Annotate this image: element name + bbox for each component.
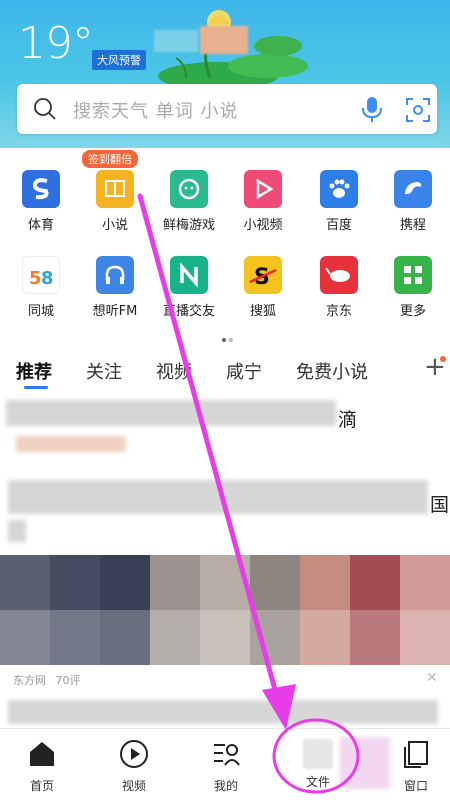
city-58-icon: 58 (22, 256, 60, 294)
tab-follow[interactable]: 关注 (86, 358, 122, 384)
app-label: 携程 (399, 218, 426, 233)
tab-free-novel[interactable]: 免费小说 (296, 358, 368, 384)
home-icon (30, 742, 54, 766)
nav-video[interactable]: 视频 (104, 735, 164, 795)
wind-warning-badge[interactable]: 大风预警 (92, 50, 146, 70)
app-label: 百度 (325, 218, 352, 233)
sohu-icon: S (244, 256, 282, 294)
video-play-icon (244, 170, 282, 208)
temperature: 19° (18, 18, 94, 69)
pixelated-image-row (0, 555, 450, 665)
svg-text:5: 5 (29, 268, 42, 289)
pixelated-meta (16, 436, 126, 452)
game-icon (170, 170, 208, 208)
feed-source: 东方网 (13, 674, 46, 687)
app-label: 搜狐 (249, 304, 276, 319)
window-icon (404, 741, 428, 768)
sign-in-badge[interactable]: 签到翻倍 (82, 150, 138, 168)
app-jd[interactable]: 京东 (304, 234, 374, 319)
pixelated-headline (8, 480, 428, 514)
app-baidu[interactable]: 百度 (304, 148, 374, 233)
dismiss-icon[interactable]: ✕ (426, 670, 438, 686)
weather-header[interactable]: 19° 大风预警 搜索天气 单词 小说 (0, 0, 450, 148)
feed-tabs: 推荐 关注 视频 咸宁 免费小说 + (0, 342, 450, 392)
dolphin-icon (394, 170, 432, 208)
svg-text:8: 8 (41, 268, 54, 289)
app-short-video[interactable]: 小视频 (228, 148, 298, 233)
pixelated-headline (8, 520, 26, 542)
paw-icon (320, 170, 358, 208)
notification-dot (440, 356, 446, 362)
tab-local[interactable]: 咸宁 (226, 358, 262, 384)
app-ctrip[interactable]: 携程 (378, 148, 448, 233)
microphone-icon[interactable] (359, 95, 385, 123)
app-live[interactable]: 直播交友 (154, 234, 224, 319)
app-game[interactable]: 鲜梅游戏 (154, 148, 224, 233)
scan-icon[interactable] (405, 97, 431, 123)
grid-more-icon (394, 256, 432, 294)
feed-item-title-tail: 国 (430, 494, 450, 516)
app-label: 小视频 (243, 218, 283, 233)
search-bar[interactable]: 搜索天气 单词 小说 (17, 84, 437, 134)
app-more[interactable]: 更多 (378, 234, 448, 319)
live-icon (170, 256, 208, 294)
search-placeholder[interactable]: 搜索天气 单词 小说 (73, 97, 238, 123)
app-label: 小说 (101, 218, 128, 233)
profile-list-icon (214, 744, 240, 766)
tab-recommend[interactable]: 推荐 (16, 358, 52, 384)
book-icon (96, 170, 134, 208)
active-tab-indicator (24, 386, 48, 389)
app-label: 直播交友 (162, 304, 215, 319)
nav-home[interactable]: 首页 (12, 735, 72, 795)
app-fm[interactable]: 想听FM (80, 234, 150, 319)
nav-label: 我的 (213, 779, 238, 793)
search-icon (34, 98, 56, 120)
app-label: 想听FM (92, 304, 138, 319)
app-label: 鲜梅游戏 (162, 218, 215, 233)
nav-label: 窗口 (403, 779, 428, 793)
nav-mine[interactable]: 我的 (196, 735, 256, 795)
tab-video[interactable]: 视频 (156, 358, 192, 384)
nav-label: 首页 (29, 779, 54, 793)
app-label: 京东 (325, 304, 352, 319)
nav-label: 视频 (121, 779, 146, 793)
nav-file[interactable]: 文件 (288, 735, 348, 795)
bottom-navigation: 首页 视频 我的 文件 窗口 (0, 728, 450, 800)
nav-window[interactable]: 窗口 (386, 735, 446, 795)
feed-meta: 东方网 70评 (13, 672, 81, 688)
feed-item-title-tail: 滴 (338, 409, 358, 431)
app-sohu[interactable]: S 搜狐 (228, 234, 298, 319)
pixelated-area (154, 30, 198, 52)
pixelated-headline (6, 400, 336, 426)
app-label: 体育 (27, 218, 54, 233)
pixelated-headline (8, 700, 438, 724)
pixelated-area (200, 26, 248, 54)
sports-icon (22, 170, 60, 208)
app-sports[interactable]: 体育 (6, 148, 76, 233)
app-label: 同城 (27, 304, 54, 319)
headphone-icon (96, 256, 134, 294)
jd-dog-icon (320, 256, 358, 294)
feed-comment-count: 70评 (55, 674, 81, 687)
app-shortcut-grid: 体育 小说 鲜梅游戏 小视频 百度 携程 58 同城 想听FM 直播交友 搜狐 … (0, 148, 450, 338)
play-circle-icon (120, 740, 148, 768)
pixelated-area (340, 737, 390, 789)
file-icon (303, 739, 333, 769)
nav-label: 文件 (305, 775, 330, 789)
app-label: 更多 (399, 304, 426, 319)
app-58-city[interactable]: 58 同城 (6, 234, 76, 319)
